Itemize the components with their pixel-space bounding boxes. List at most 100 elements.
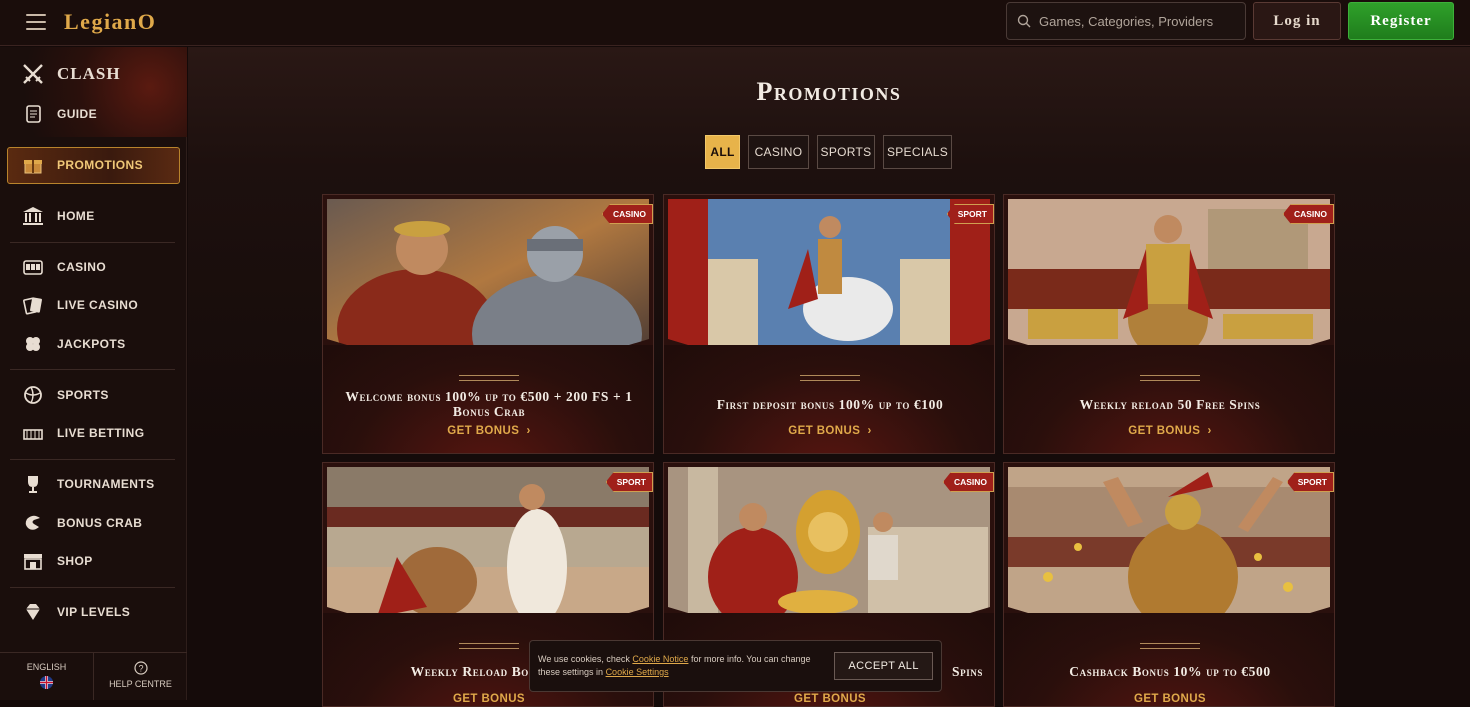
search-icon xyxy=(1017,14,1031,28)
help-centre[interactable]: ? HELP CENTRE xyxy=(94,653,187,700)
promo-title: First deposit bonus 100% up to €100 xyxy=(716,397,944,412)
category-tag: SPORT xyxy=(1286,472,1334,492)
golden-shield-artwork xyxy=(668,467,990,625)
filter-sports[interactable]: SPORTS xyxy=(817,135,875,169)
sidebar-item-label: VIP LEVELS xyxy=(57,605,131,619)
get-bonus-link[interactable]: GET BONUS › xyxy=(1004,425,1334,437)
scroll-icon xyxy=(20,102,46,126)
divider xyxy=(10,369,175,370)
clover-icon xyxy=(20,332,46,356)
divider xyxy=(10,587,175,588)
sidebar-item-bonus-crab[interactable]: BONUS CRAB xyxy=(20,508,142,538)
login-button[interactable]: Log in xyxy=(1253,2,1341,40)
page-title: Promotions xyxy=(756,77,902,106)
question-icon: ? xyxy=(133,661,148,675)
sidebar-item-label: HOME xyxy=(57,209,95,223)
sidebar-item-label: GUIDE xyxy=(57,107,98,121)
cookie-settings-link[interactable]: Cookie Settings xyxy=(606,667,669,677)
category-tag: SPORT xyxy=(605,472,653,492)
search-input[interactable] xyxy=(1039,13,1229,29)
gift-icon xyxy=(20,153,46,177)
sidebar-item-promotions[interactable]: PROMOTIONS xyxy=(20,150,143,180)
filter-casino[interactable]: CASINO xyxy=(748,135,809,169)
sidebar-item-casino[interactable]: CASINO xyxy=(20,252,106,282)
sidebar-item-shop[interactable]: SHOP xyxy=(20,546,93,576)
sidebar-item-vip[interactable]: VIP LEVELS xyxy=(20,597,130,627)
get-bonus-label: GET BONUS xyxy=(1134,693,1206,705)
sidebar-item-label: JACKPOTS xyxy=(57,337,126,351)
general-with-army-artwork xyxy=(1008,199,1330,357)
sidebar-item-label: TOURNAMENTS xyxy=(57,477,155,491)
get-bonus-label: GET BONUS xyxy=(1128,425,1201,437)
sidebar-item-live-casino[interactable]: LIVE CASINO xyxy=(20,290,138,320)
sidebar-item-label: BONUS CRAB xyxy=(57,516,143,530)
promo-card[interactable]: CASINO Welcome bonus 100% up to €500 + 2… xyxy=(322,194,654,454)
promo-title: Welcome bonus 100% up to €500 + 200 FS +… xyxy=(345,389,633,419)
accept-all-button[interactable]: ACCEPT ALL xyxy=(834,652,933,680)
category-tag: SPORT xyxy=(946,204,994,224)
shop-icon xyxy=(20,549,46,573)
get-bonus-link[interactable]: GET BONUS xyxy=(323,693,653,705)
promo-title: Cashback Bonus 10% up to €500 xyxy=(1069,664,1271,679)
search-box[interactable] xyxy=(1006,2,1246,40)
language-selector[interactable]: ENGLISH xyxy=(0,653,94,700)
chevron-right-icon: › xyxy=(522,425,531,437)
gladiators-artwork xyxy=(327,199,649,357)
sidebar-item-tournaments[interactable]: TOURNAMENTS xyxy=(20,469,155,499)
sidebar-item-label: CASINO xyxy=(57,260,107,274)
get-bonus-link[interactable]: GET BONUS xyxy=(664,693,994,705)
ball-icon xyxy=(20,383,46,407)
cards-icon xyxy=(20,293,46,317)
trophy-icon xyxy=(20,472,46,496)
logo[interactable]: LegianO xyxy=(64,9,156,35)
category-tag: CASINO xyxy=(1282,204,1334,224)
sidebar-item-home[interactable]: HOME xyxy=(20,201,95,231)
sidebar-item-sports[interactable]: SPORTS xyxy=(20,380,109,410)
get-bonus-label: GET BONUS xyxy=(447,425,520,437)
stadium-icon xyxy=(20,421,46,445)
get-bonus-link[interactable]: GET BONUS xyxy=(1004,693,1334,705)
language-label: ENGLISH xyxy=(26,662,67,672)
category-tag: CASINO xyxy=(601,204,653,224)
get-bonus-label: GET BONUS xyxy=(794,693,866,705)
sidebar: CLASH GUIDE PROMOTIONS HOME CASINO LIVE … xyxy=(0,47,187,700)
sidebar-item-label: LIVE CASINO xyxy=(57,298,139,312)
slot-machine-icon xyxy=(20,255,46,279)
uk-flag-icon xyxy=(40,676,53,689)
sidebar-item-guide[interactable]: GUIDE xyxy=(20,99,97,129)
cookie-text-part: We use cookies, check xyxy=(538,654,630,664)
cookie-text: We use cookies, check Cookie Notice for … xyxy=(538,653,824,679)
crossed-swords-icon xyxy=(20,62,46,86)
filter-specials[interactable]: SPECIALS xyxy=(883,135,952,169)
main-content: Promotions ALL CASINO SPORTS SPECIALS CA… xyxy=(188,47,1470,707)
divider xyxy=(10,459,175,460)
ornament xyxy=(1140,643,1200,649)
crab-claw-icon xyxy=(20,511,46,535)
chevron-right-icon: › xyxy=(863,425,872,437)
temple-icon xyxy=(20,204,46,228)
sidebar-item-live-betting[interactable]: LIVE BETTING xyxy=(20,418,144,448)
sidebar-footer: ENGLISH ? HELP CENTRE xyxy=(0,652,187,700)
sidebar-item-label: PROMOTIONS xyxy=(57,158,144,172)
get-bonus-link[interactable]: GET BONUS › xyxy=(323,425,653,437)
promo-card[interactable]: SPORT Cashback Bonus 10% up to €500 GET … xyxy=(1003,462,1335,707)
chevron-right-icon: › xyxy=(1203,425,1212,437)
promo-card[interactable]: CASINO Weekly reload 50 Free Spins GET B… xyxy=(1003,194,1335,454)
ornament xyxy=(459,375,519,381)
diamond-icon xyxy=(20,600,46,624)
category-tag: CASINO xyxy=(942,472,994,492)
filter-all[interactable]: ALL xyxy=(705,135,740,169)
sidebar-item-label: SHOP xyxy=(57,554,93,568)
get-bonus-link[interactable]: GET BONUS › xyxy=(664,425,994,437)
ornament xyxy=(459,643,519,649)
get-bonus-label: GET BONUS xyxy=(453,693,525,705)
menu-icon[interactable] xyxy=(26,14,46,30)
sidebar-item-clash[interactable]: CLASH xyxy=(20,59,121,89)
promo-card[interactable]: SPORT First deposit bonus 100% up to €10… xyxy=(663,194,995,454)
register-button[interactable]: Register xyxy=(1348,2,1454,40)
top-bar: LegianO Log in Register xyxy=(0,0,1470,46)
divider xyxy=(10,242,175,243)
cookie-notice-link[interactable]: Cookie Notice xyxy=(632,654,688,664)
sidebar-item-jackpots[interactable]: JACKPOTS xyxy=(20,329,126,359)
ornament xyxy=(800,375,860,381)
